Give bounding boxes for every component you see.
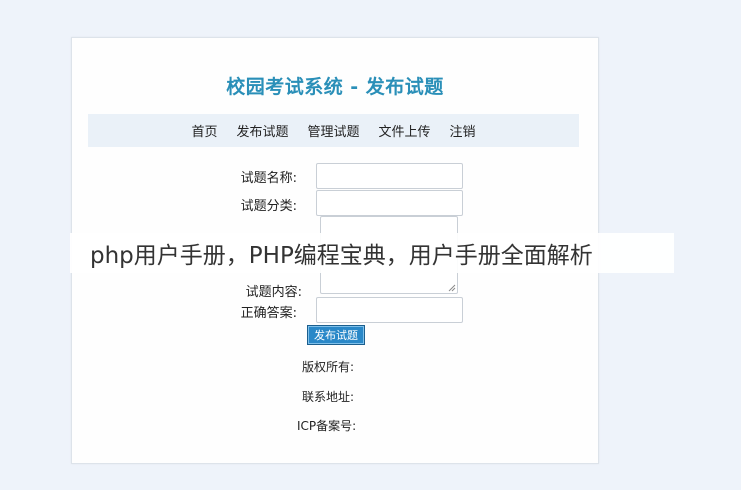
nav-item-home[interactable]: 首页 [191, 121, 217, 140]
question-name-input[interactable] [316, 163, 463, 189]
question-name-label: 试题名称: [240, 171, 297, 186]
question-content-label: 试题内容: [245, 285, 302, 300]
question-category-label: 试题分类: [240, 199, 297, 214]
resize-grip-icon[interactable] [448, 284, 456, 292]
copyright-label: 版权所有: [302, 360, 355, 374]
nav-item-upload[interactable]: 文件上传 [379, 121, 431, 140]
page-title: 校园考试系统 - 发布试题 [226, 76, 444, 98]
caption-text: php用户手册，PHP编程宝典，用户手册全面解析 [90, 243, 593, 269]
question-category-input[interactable] [316, 190, 463, 216]
caption-overlay: php用户手册，PHP编程宝典，用户手册全面解析 [70, 233, 674, 273]
correct-answer-label: 正确答案: [240, 306, 297, 321]
correct-answer-input[interactable] [316, 297, 463, 323]
nav-item-manage[interactable]: 管理试题 [307, 121, 359, 140]
contact-address-label: 联系地址: [302, 390, 355, 404]
nav-item-publish[interactable]: 发布试题 [236, 121, 288, 140]
publish-question-button[interactable]: 发布试题 [307, 325, 365, 345]
nav-item-logout[interactable]: 注销 [450, 121, 476, 140]
icp-number-label: ICP备案号: [297, 419, 357, 433]
top-nav: 首页 发布试题 管理试题 文件上传 注销 [88, 114, 579, 147]
